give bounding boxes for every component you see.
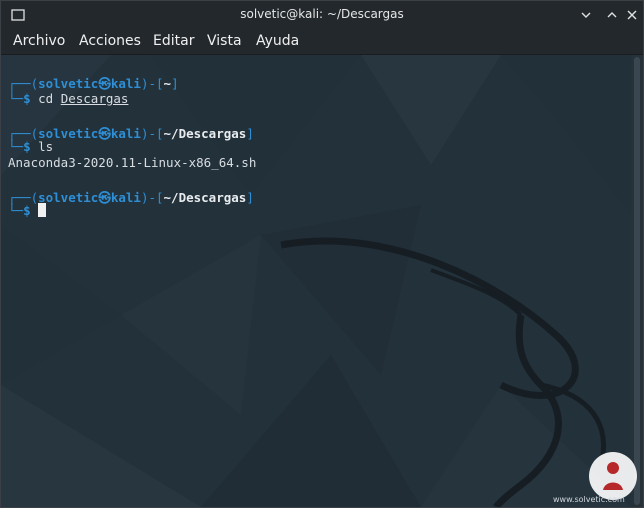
prompt-host-symbol: ㉿ — [98, 126, 111, 141]
prompt-host: kali — [110, 126, 141, 141]
prompt-dir: ~/Descargas — [163, 190, 247, 205]
maximize-icon[interactable] — [605, 8, 619, 22]
prompt-host: kali — [110, 76, 141, 91]
menu-archivo[interactable]: Archivo — [13, 33, 65, 49]
terminal-window: solvetic@kali: ~/Descargas Archivo Accio… — [0, 0, 644, 508]
command-argument: Descargas — [60, 91, 129, 106]
prompt-command-3[interactable]: └─$ — [8, 203, 47, 218]
solvetic-watermark-logo — [589, 452, 637, 500]
minimize-icon[interactable] — [579, 8, 593, 22]
menu-acciones[interactable]: Acciones — [79, 33, 141, 49]
prompt-command-1: └─$ cd Descargas — [8, 91, 129, 106]
vertical-scrollbar[interactable] — [631, 55, 643, 507]
prompt-dir: ~ — [163, 76, 172, 91]
prompt-dir: ~/Descargas — [163, 126, 247, 141]
command-text: cd — [38, 91, 61, 106]
prompt-host-symbol: ㉿ — [98, 76, 111, 91]
command-output: Anaconda3-2020.11-Linux-x86_64.sh — [8, 155, 257, 170]
close-icon[interactable] — [625, 8, 639, 22]
prompt-symbol: $ — [23, 139, 31, 154]
prompt-header-1: ┌──(solvetic㉿kali)-[~] — [8, 76, 179, 91]
menu-ayuda[interactable]: Ayuda — [256, 33, 299, 49]
prompt-host-symbol: ㉿ — [98, 190, 111, 205]
prompt-symbol: $ — [23, 203, 31, 218]
menu-bar: Archivo Acciones Editar Vista Ayuda — [1, 29, 643, 55]
window-title: solvetic@kali: ~/Descargas — [240, 7, 404, 21]
menu-vista[interactable]: Vista — [207, 33, 242, 49]
scrollbar-thumb[interactable] — [634, 57, 640, 505]
prompt-user: solvetic — [38, 76, 99, 91]
watermark-text: www.solvetic.com — [553, 495, 625, 504]
command-text: ls — [38, 139, 54, 154]
text-cursor — [38, 203, 47, 217]
title-bar[interactable]: solvetic@kali: ~/Descargas — [1, 1, 643, 29]
prompt-command-2: └─$ ls — [8, 139, 54, 154]
menu-editar[interactable]: Editar — [153, 33, 194, 49]
prompt-host: kali — [110, 190, 141, 205]
prompt-user: solvetic — [38, 190, 99, 205]
terminal-output-area[interactable]: ┌──(solvetic㉿kali)-[~] └─$ cd Descargas … — [1, 55, 631, 507]
prompt-symbol: $ — [23, 91, 31, 106]
